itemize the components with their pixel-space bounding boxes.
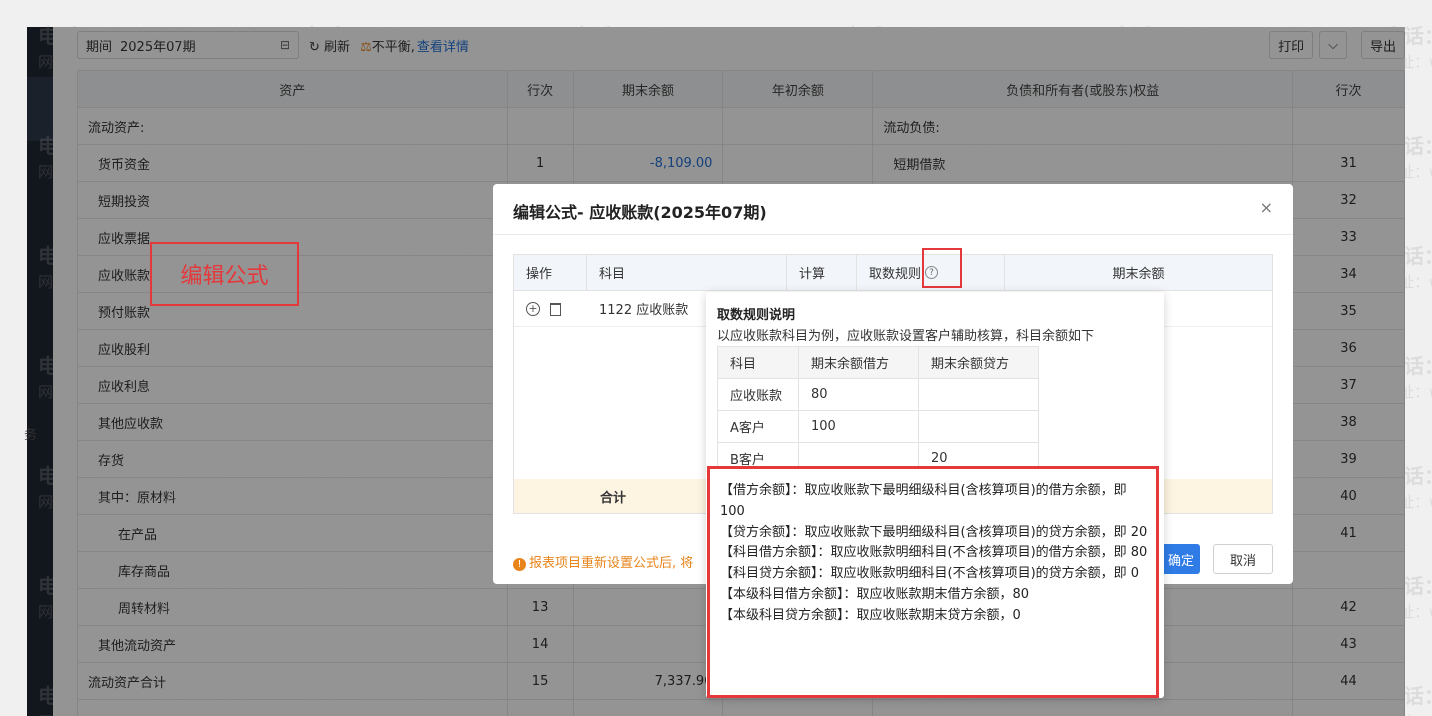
rule-line: 【科目贷方余额】：取应收账款明细科目(不含核算项目)的贷方余额，即 0 bbox=[720, 566, 1140, 582]
warning-icon: ! bbox=[513, 558, 526, 571]
popover-example-table: 科目 期末余额借方 期末余额贷方 应收账款 80 A客户 100 B客户 20 bbox=[717, 346, 1039, 475]
rule-line: 【科目借方余额】：取应收账款明细科目(不含核算项目)的借方余额，即 80 bbox=[720, 545, 1148, 561]
dialog-divider bbox=[493, 234, 1293, 235]
col-end-balance: 期末余额 bbox=[1112, 267, 1165, 282]
formula-table-header: 操作 科目 计算 取数规则 ? 期末余额 bbox=[514, 254, 1272, 291]
add-icon[interactable]: + bbox=[526, 301, 540, 316]
popover-col-credit: 期末余额贷方 bbox=[918, 346, 1039, 379]
rules-explanation-box: 【借方余额】：取应收账款下最明细级科目(含核算项目)的借方余额，即 100 【贷方… bbox=[707, 466, 1159, 698]
popover-table-cell: 应收账款 bbox=[717, 378, 799, 411]
col-subject: 科目 bbox=[587, 254, 787, 291]
close-icon[interactable]: × bbox=[1260, 198, 1273, 217]
annotation-edit-formula: 编辑公式 bbox=[150, 242, 299, 306]
col-fetch-rule-label: 取数规则 bbox=[869, 267, 922, 282]
popover-table-body: 应收账款 80 A客户 100 B客户 20 bbox=[717, 378, 1039, 475]
popover-table-cell: A客户 bbox=[717, 410, 799, 443]
popover-table-header: 科目 期末余额借方 期末余额贷方 bbox=[717, 346, 1039, 379]
confirm-button[interactable]: 确定 bbox=[1160, 544, 1200, 574]
popover-title: 取数规则说明 bbox=[717, 308, 796, 323]
popover-table-cell bbox=[918, 410, 1039, 443]
total-label: 合计 bbox=[600, 490, 627, 506]
help-icon-highlight bbox=[922, 248, 962, 288]
row-subject[interactable]: 1122 应收账款 bbox=[587, 299, 688, 318]
rule-line: 【本级科目贷方余额】：取应收账款期末贷方余额，0 bbox=[720, 607, 1021, 623]
popover-table-row: A客户 100 bbox=[717, 410, 1039, 443]
popover-table-cell: 80 bbox=[798, 378, 919, 411]
warning-message: ! 报表项目重新设置公式后, 将 bbox=[513, 552, 693, 571]
rule-line: 【本级科目借方余额】：取应收账款期末借方余额，80 bbox=[720, 586, 1030, 602]
rule-line: 【贷方余额】：取应收账款下最明细级科目(含核算项目)的贷方余额，即 20 bbox=[720, 524, 1148, 540]
trash-icon[interactable] bbox=[550, 302, 561, 316]
popover-intro: 以应收账款科目为例，应收账款设置客户辅助核算，科目余额如下 bbox=[717, 329, 1095, 344]
row-operations: + bbox=[514, 301, 587, 316]
rule-line: 【借方余额】：取应收账款下最明细级科目(含核算项目)的借方余额，即 100 bbox=[720, 483, 1127, 519]
popover-table-cell bbox=[918, 378, 1039, 411]
popover-col-subject: 科目 bbox=[717, 346, 799, 379]
popover-table-cell: 100 bbox=[798, 410, 919, 443]
warning-text: 报表项目重新设置公式后, 将 bbox=[529, 556, 694, 571]
dialog-title: 编辑公式- 应收账款(2025年07期) bbox=[513, 203, 767, 222]
cancel-button[interactable]: 取消 bbox=[1213, 544, 1273, 574]
col-calc: 计算 bbox=[787, 254, 857, 291]
popover-table-row: 应收账款 80 bbox=[717, 378, 1039, 411]
col-operation: 操作 bbox=[514, 254, 587, 291]
popover-col-debit: 期末余额借方 bbox=[798, 346, 919, 379]
